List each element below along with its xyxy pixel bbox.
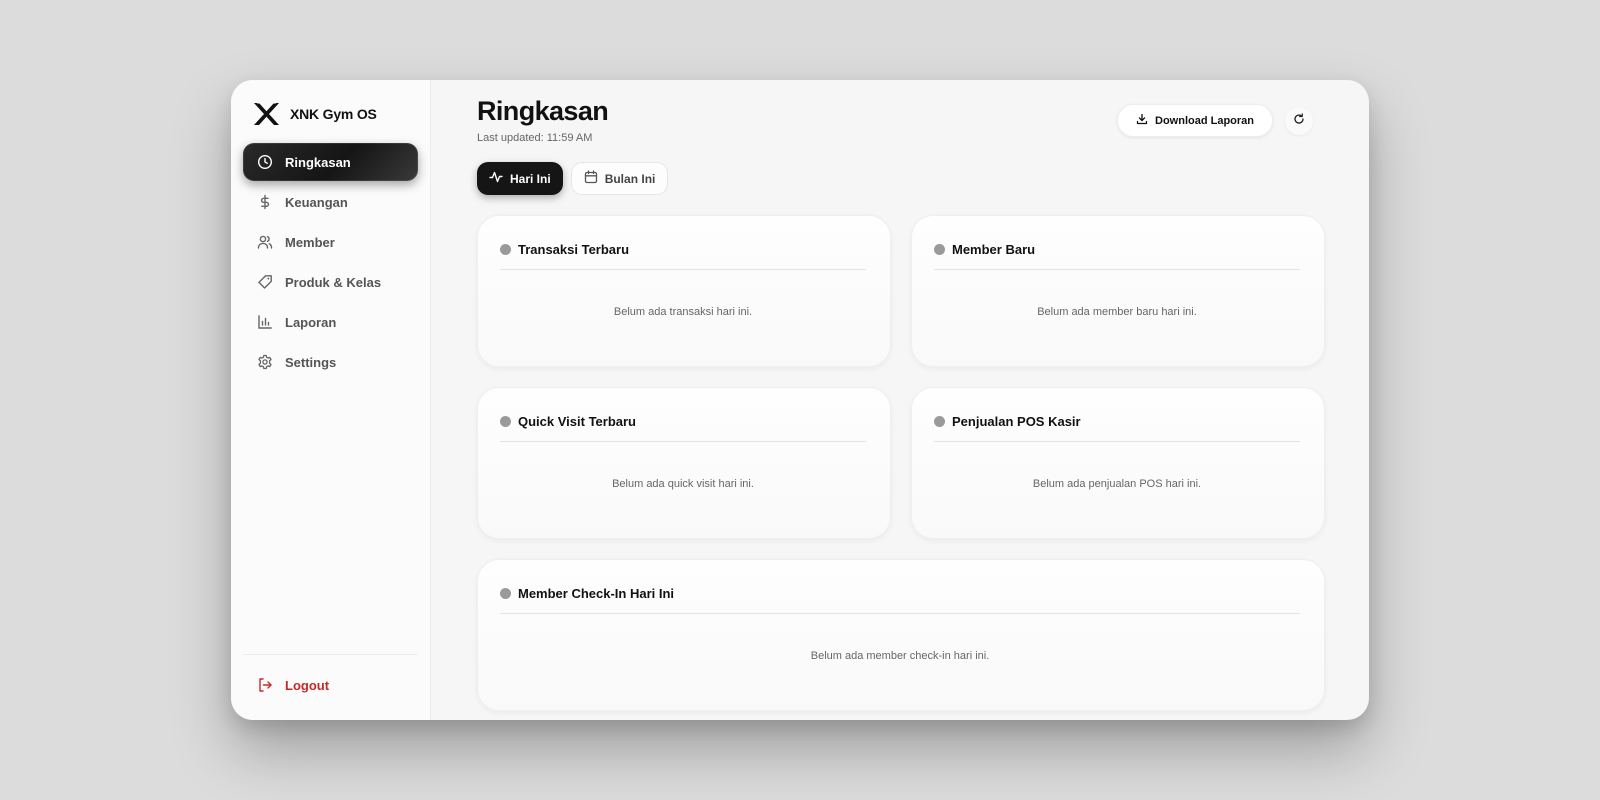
period-tabs: Hari Ini Bulan Ini [477,162,1325,195]
sidebar-item-ringkasan[interactable]: Ringkasan [243,143,418,181]
sidebar-item-label: Produk & Kelas [285,274,382,290]
header-actions: Download Laporan [1117,104,1313,137]
refresh-button[interactable] [1285,106,1313,135]
logout-icon [257,677,273,693]
card-empty-message: Belum ada member baru hari ini. [1037,306,1197,318]
sidebar-item-member[interactable]: Member [243,223,418,261]
status-dot [500,588,511,599]
tab-label: Hari Ini [510,171,551,186]
sidebar-item-settings[interactable]: Settings [243,343,418,381]
refresh-icon [1293,112,1305,130]
app-name: XNK Gym OS [290,106,377,122]
logout-button[interactable]: Logout [243,666,418,704]
sidebar-divider [243,654,418,655]
sidebar-item-label: Laporan [285,314,337,330]
tag-icon [257,274,273,290]
app-window: XNK Gym OS Ringkasan Keuangan Member Pro… [231,80,1369,720]
card-title: Member Check-In Hari Ini [518,586,675,601]
tab-label: Bulan Ini [604,171,656,186]
card-header: Penjualan POS Kasir [934,414,1300,442]
sidebar-item-label: Member [285,234,335,250]
bar-chart-icon [257,314,273,330]
card-title: Member Baru [952,242,1036,257]
card-title: Penjualan POS Kasir [952,414,1081,429]
clock-icon [257,154,273,170]
tab-bulan-ini[interactable]: Bulan Ini [570,162,669,195]
summary-grid: Transaksi Terbaru Belum ada transaksi ha… [477,215,1325,711]
sidebar-item-laporan[interactable]: Laporan [243,303,418,341]
status-dot [934,416,945,427]
brand[interactable]: XNK Gym OS [243,98,418,130]
status-dot [500,416,511,427]
card-member-baru: Member Baru Belum ada member baru hari i… [911,215,1325,367]
activity-icon [489,170,503,187]
card-header: Member Check-In Hari Ini [500,586,1300,614]
sidebar-item-produk-kelas[interactable]: Produk & Kelas [243,263,418,301]
sidebar-item-label: Ringkasan [285,154,351,170]
sidebar-item-keuangan[interactable]: Keuangan [243,183,418,221]
main-content: Ringkasan Last updated: 11:59 AM Downloa… [431,80,1369,720]
card-empty-message: Belum ada member check-in hari ini. [810,650,990,662]
card-header: Transaksi Terbaru [500,242,866,270]
card-transaksi-terbaru: Transaksi Terbaru Belum ada transaksi ha… [477,215,891,367]
card-header: Member Baru [934,242,1300,270]
sidebar-item-label: Keuangan [285,194,348,210]
dollar-icon [257,194,273,210]
card-empty-message: Belum ada transaksi hari ini. [613,306,753,318]
xnk-logo-icon [252,100,280,128]
status-dot [500,244,511,255]
calendar-icon [584,170,598,187]
tab-hari-ini[interactable]: Hari Ini [477,162,563,195]
status-dot [934,244,945,255]
card-empty-message: Belum ada quick visit hari ini. [612,478,754,490]
gear-icon [257,354,273,370]
card-title: Quick Visit Terbaru [518,414,637,429]
card-empty-message: Belum ada penjualan POS hari ini. [1032,478,1202,490]
sidebar-nav: Ringkasan Keuangan Member Produk & Kelas [243,143,418,381]
download-report-button[interactable]: Download Laporan [1117,104,1273,137]
card-penjualan-pos-kasir: Penjualan POS Kasir Belum ada penjualan … [911,387,1325,539]
card-member-check-in: Member Check-In Hari Ini Belum ada membe… [477,559,1325,711]
card-title: Transaksi Terbaru [518,242,630,257]
users-icon [257,234,273,250]
card-quick-visit-terbaru: Quick Visit Terbaru Belum ada quick visi… [477,387,891,539]
download-label: Download Laporan [1155,114,1254,127]
logout-label: Logout [285,677,330,693]
sidebar: XNK Gym OS Ringkasan Keuangan Member Pro… [231,80,431,720]
download-icon [1136,113,1148,128]
sidebar-item-label: Settings [285,354,337,370]
card-header: Quick Visit Terbaru [500,414,866,442]
